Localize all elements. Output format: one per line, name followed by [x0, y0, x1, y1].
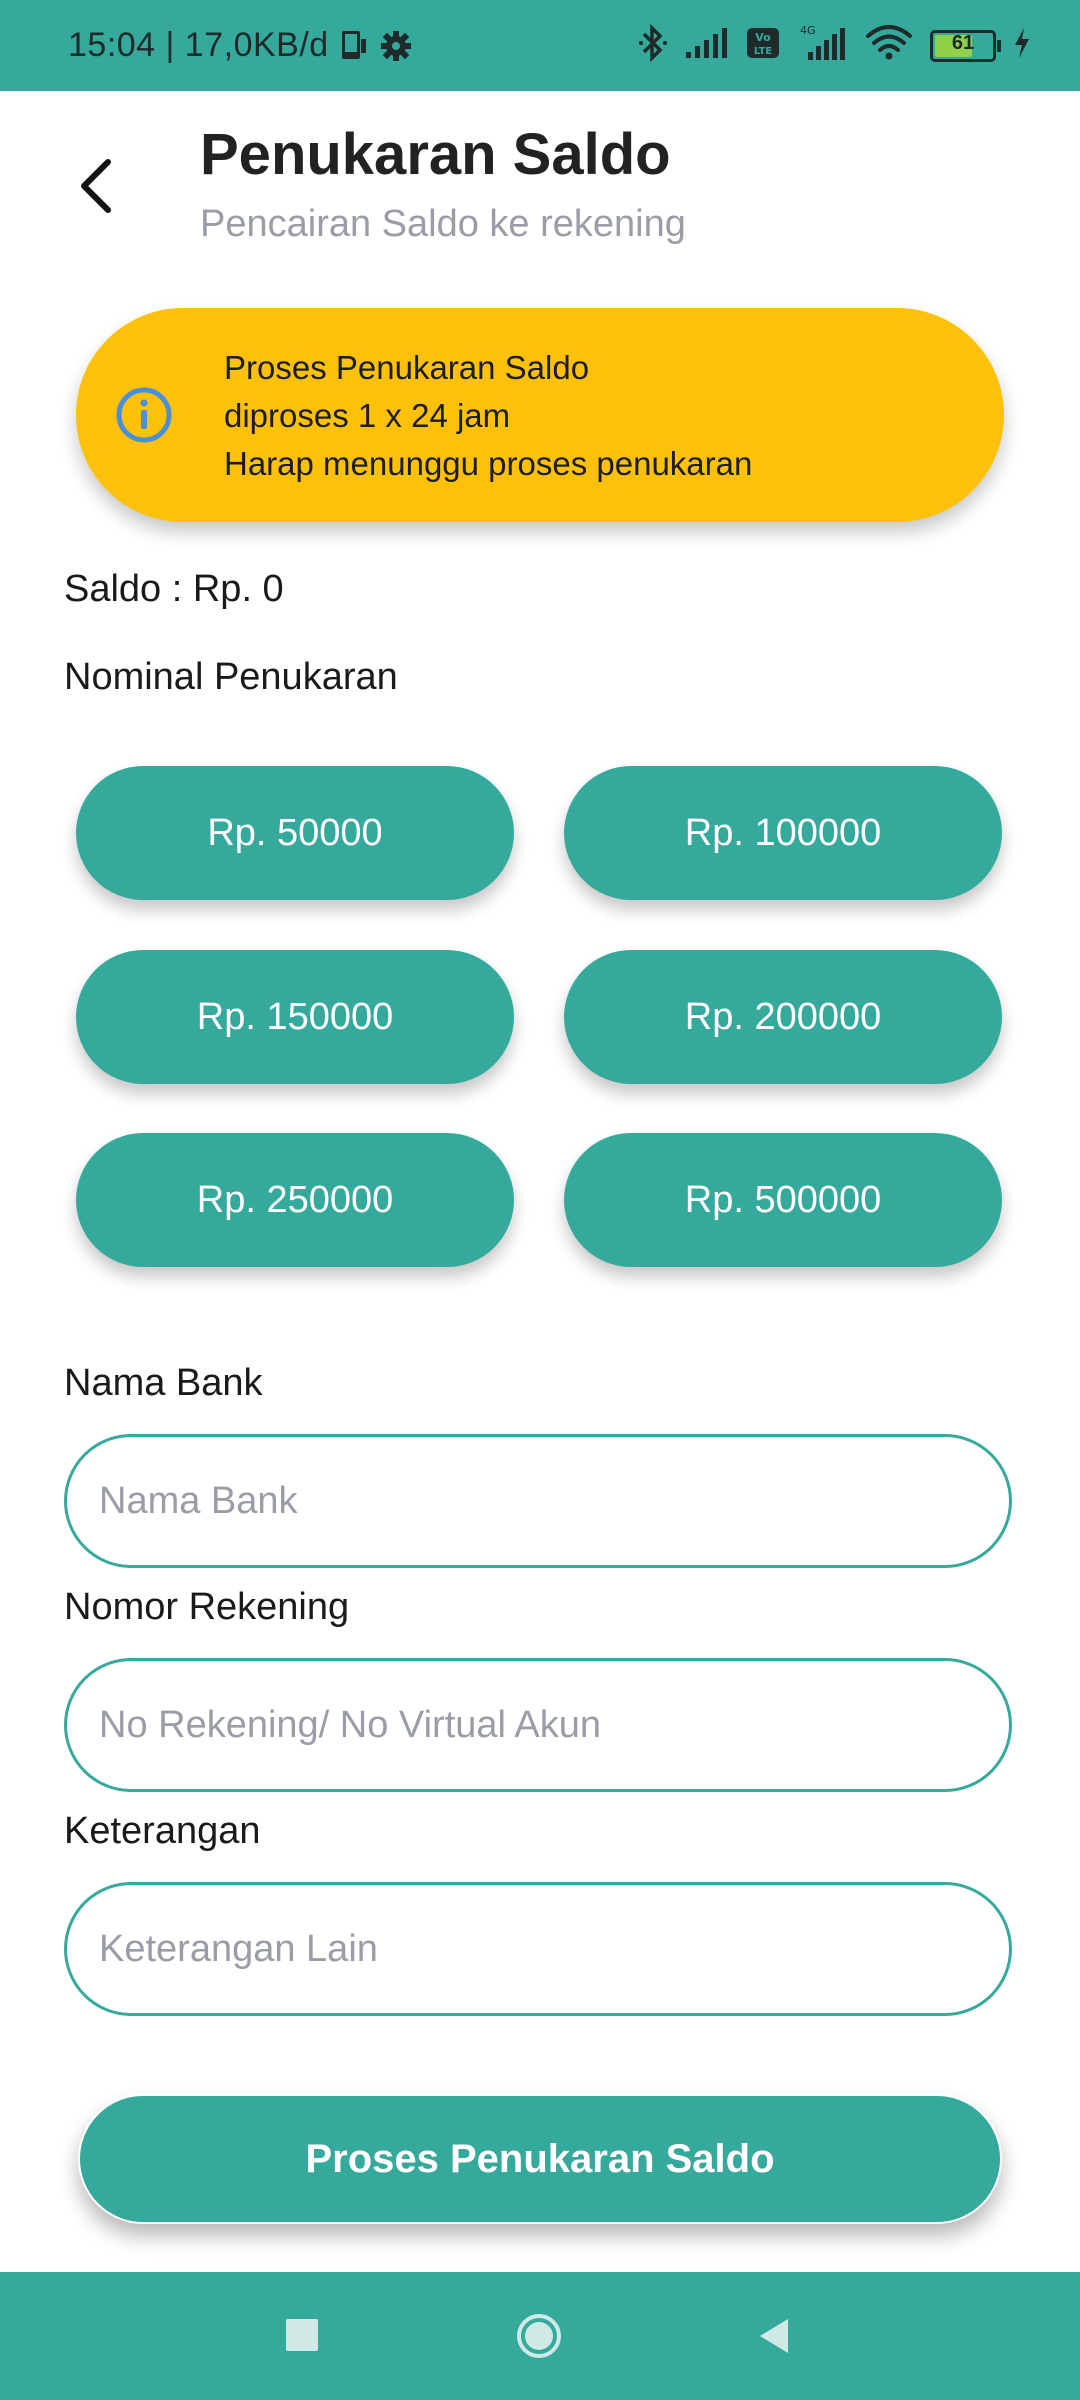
amount-button-200000[interactable]: Rp. 200000	[564, 950, 1002, 1084]
bank-name-field[interactable]	[64, 1434, 1012, 1568]
info-line-3: Harap menunggu proses penukaran	[224, 445, 753, 482]
submit-button[interactable]: Proses Penukaran Saldo	[78, 2094, 1002, 2224]
notes-input[interactable]	[97, 1926, 979, 1972]
status-time-speed: 15:04 | 17,0KB/d	[68, 26, 329, 64]
amount-button-50000[interactable]: Rp. 50000	[76, 766, 514, 900]
info-text: Proses Penukaran Saldo diproses 1 x 24 j…	[224, 344, 752, 488]
app-header: Penukaran Saldo Pencairan Saldo ke reken…	[0, 91, 1080, 271]
bluetooth-icon	[638, 23, 668, 67]
amount-button-500000[interactable]: Rp. 500000	[564, 1133, 1002, 1267]
battery-icon: 61	[930, 29, 1001, 62]
back-icon[interactable]	[756, 2316, 792, 2356]
volte-icon: Vo LTE	[746, 26, 780, 65]
bank-name-input[interactable]	[97, 1478, 979, 1524]
account-number-input[interactable]	[97, 1702, 979, 1748]
notes-label: Keterangan	[64, 1810, 261, 1852]
home-icon[interactable]	[515, 2312, 563, 2360]
amount-button-100000[interactable]: Rp. 100000	[564, 766, 1002, 900]
notes-field[interactable]	[64, 1882, 1012, 2016]
status-right: Vo LTE 4G 61	[638, 0, 1032, 91]
info-line-1: Proses Penukaran Saldo	[224, 349, 590, 386]
signal-icon	[684, 26, 730, 65]
bank-name-label: Nama Bank	[64, 1362, 263, 1404]
navigation-bar	[0, 2272, 1080, 2400]
gear-icon	[379, 29, 413, 63]
recent-apps-icon[interactable]	[286, 2319, 318, 2351]
phone-icon	[339, 29, 369, 63]
svg-text:LTE: LTE	[754, 46, 773, 57]
back-button[interactable]	[66, 151, 126, 221]
info-banner: Proses Penukaran Saldo diproses 1 x 24 j…	[76, 308, 1004, 522]
balance-text: Saldo : Rp. 0	[64, 568, 284, 610]
info-line-2: diproses 1 x 24 jam	[224, 397, 511, 434]
account-number-field[interactable]	[64, 1658, 1012, 1792]
charging-icon	[1012, 26, 1032, 65]
nominal-label: Nominal Penukaran	[64, 656, 398, 698]
svg-text:4G: 4G	[800, 24, 816, 37]
wifi-icon	[864, 24, 914, 67]
info-icon	[116, 387, 172, 443]
svg-text:Vo: Vo	[755, 31, 771, 44]
amount-button-150000[interactable]: Rp. 150000	[76, 950, 514, 1084]
status-left: 15:04 | 17,0KB/d	[68, 0, 413, 91]
page-subtitle: Pencairan Saldo ke rekening	[200, 203, 686, 245]
page-title: Penukaran Saldo	[200, 122, 671, 187]
account-number-label: Nomor Rekening	[64, 1586, 350, 1628]
status-bar: 15:04 | 17,0KB/d Vo LTE 4G 61	[0, 0, 1080, 91]
signal-4g-icon: 4G	[796, 24, 848, 67]
amount-button-250000[interactable]: Rp. 250000	[76, 1133, 514, 1267]
battery-percent: 61	[951, 31, 975, 54]
chevron-left-icon	[81, 159, 111, 213]
